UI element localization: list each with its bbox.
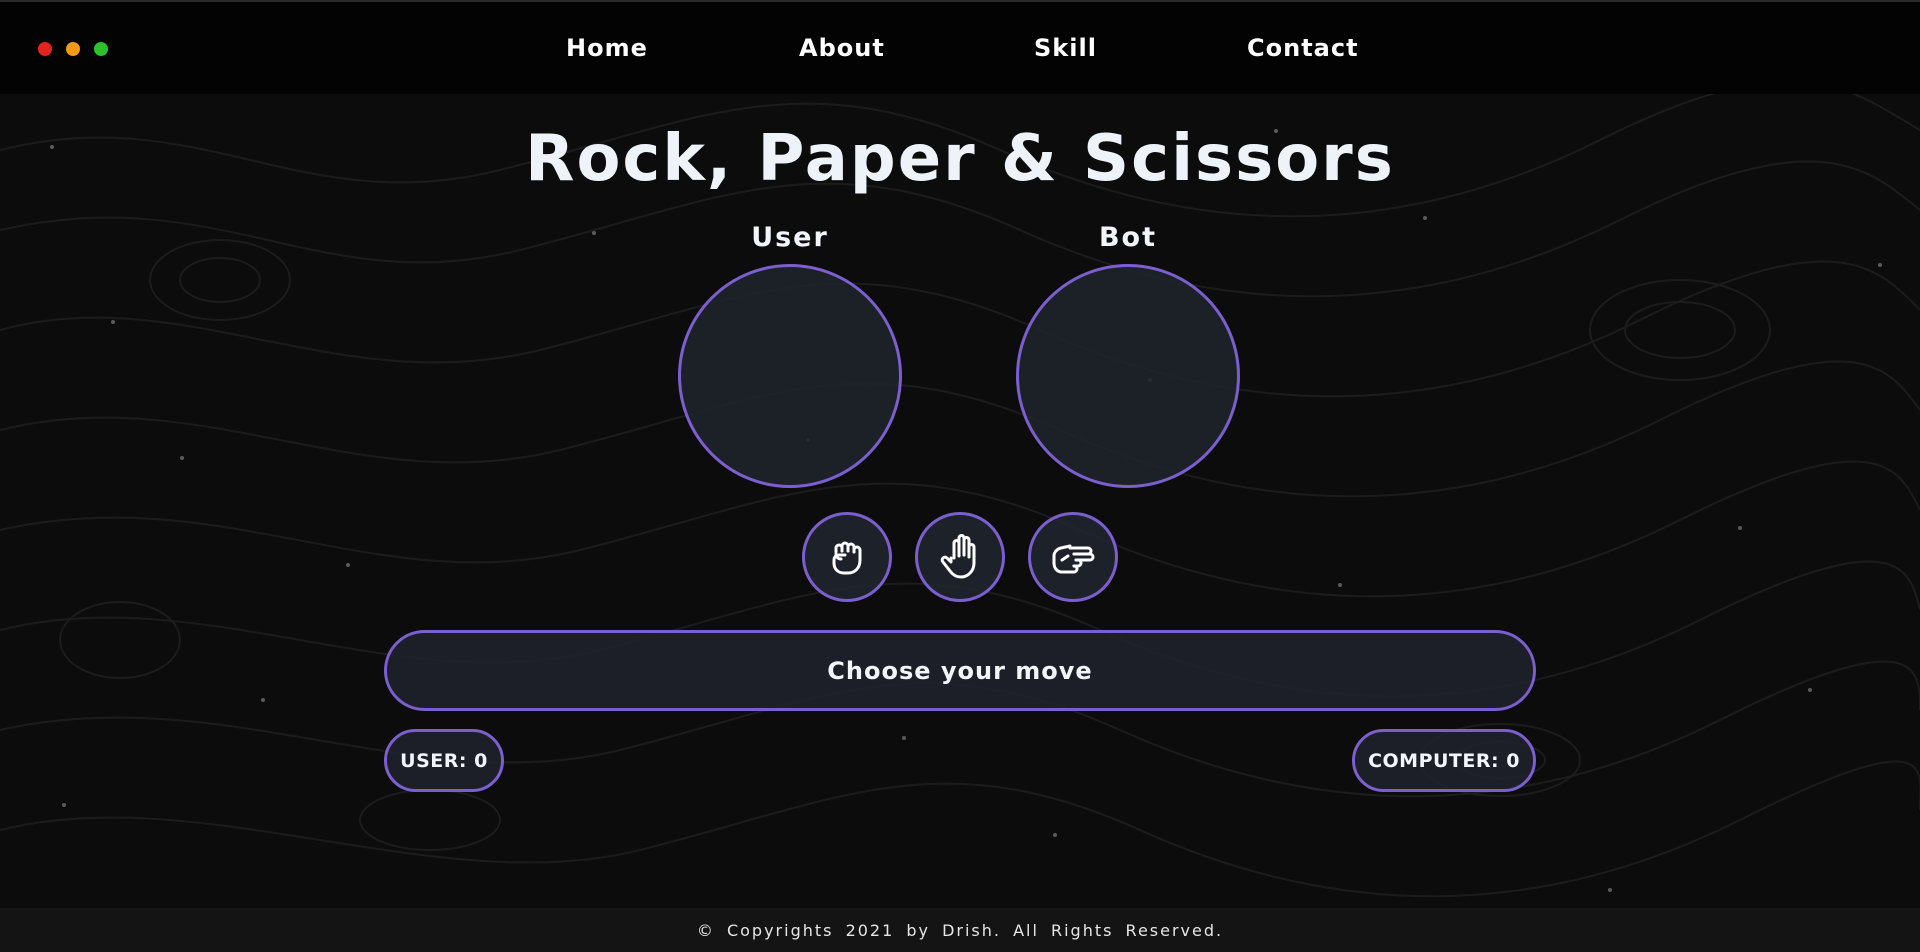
scissors-button[interactable] xyxy=(1028,512,1118,602)
bot-label: Bot xyxy=(1098,222,1158,253)
nav-links: Home About Skill Contact xyxy=(0,2,1920,96)
hand-paper-icon xyxy=(940,534,976,579)
nav-link-skill[interactable]: Skill xyxy=(1034,34,1097,62)
user-choice-display xyxy=(678,264,902,488)
user-label: User xyxy=(751,222,829,253)
nav-link-about[interactable]: About xyxy=(799,34,885,62)
user-score-badge: USER: 0 xyxy=(384,729,504,792)
computer-score-badge: COMPUTER: 0 xyxy=(1352,729,1536,792)
footer-copyright: © Copyrights 2021 by Drish. All Rights R… xyxy=(0,908,1920,952)
nav-link-home[interactable]: Home xyxy=(566,34,648,62)
result-message: Choose your move xyxy=(384,630,1536,711)
nav-link-contact[interactable]: Contact xyxy=(1247,34,1359,62)
game-area: Rock, Paper & Scissors User Bot Choose y… xyxy=(0,0,1920,952)
top-navbar: Home About Skill Contact xyxy=(0,0,1920,94)
hand-scissors-icon xyxy=(1052,544,1095,574)
rock-button[interactable] xyxy=(802,512,892,602)
page-title: Rock, Paper & Scissors xyxy=(525,122,1395,196)
hand-rock-icon xyxy=(832,541,862,575)
paper-button[interactable] xyxy=(915,512,1005,602)
bot-choice-display xyxy=(1016,264,1240,488)
